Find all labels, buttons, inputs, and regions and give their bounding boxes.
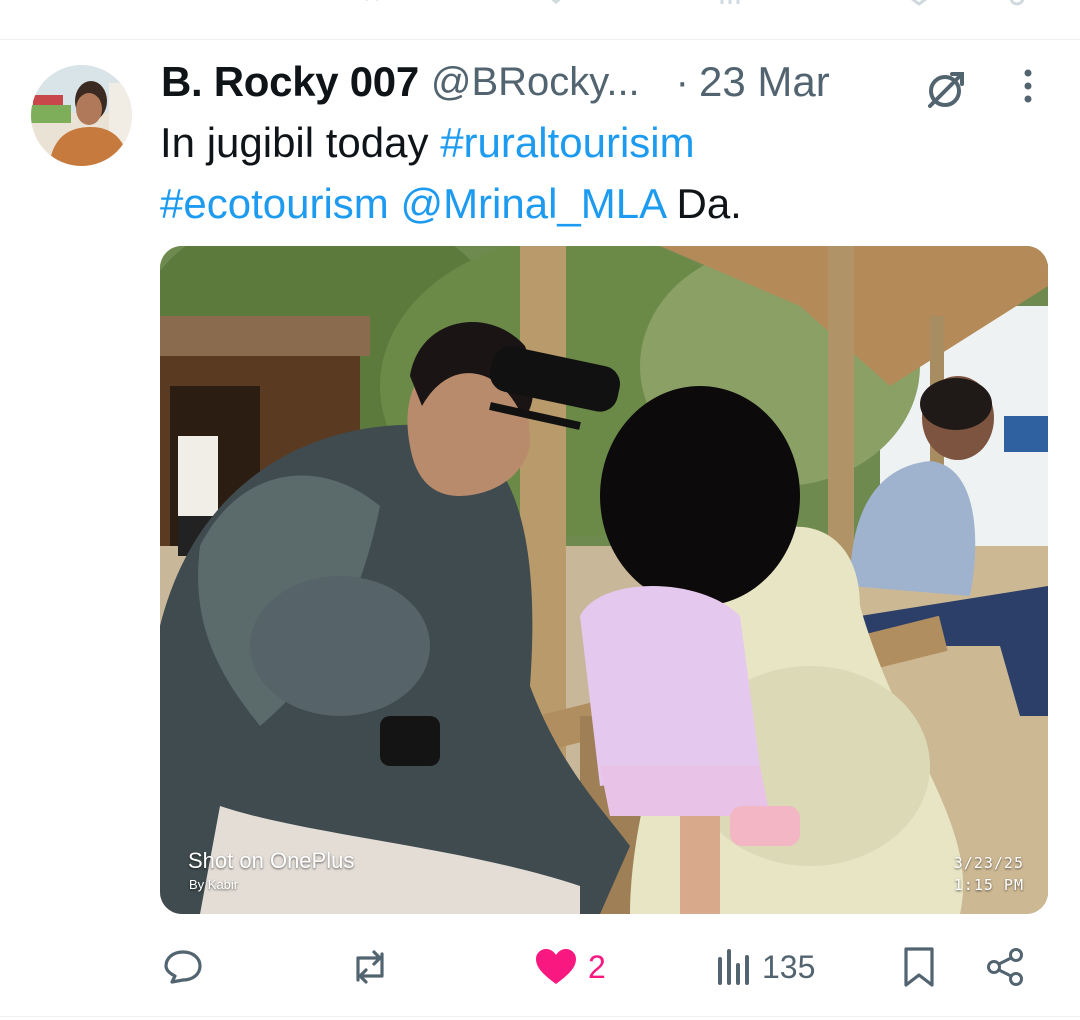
- tweet-header: B. Rocky 007 @BRocky... · 23 Mar: [161, 52, 830, 112]
- heart-icon: [536, 949, 576, 984]
- reply-icon: [164, 950, 202, 984]
- tweet-photo[interactable]: Shot on OnePlus By Kabir 3/23/25 1:15 PM: [160, 246, 1048, 914]
- share-button[interactable]: [984, 940, 1026, 994]
- user-handle[interactable]: @BRocky...: [431, 60, 640, 105]
- tweet-text-end: Da.: [664, 180, 742, 227]
- avatar[interactable]: [31, 65, 132, 166]
- previous-tweet-actions: [0, 0, 1080, 12]
- watermark-shot-on: Shot on OnePlus: [188, 848, 355, 873]
- bookmark-icon: [904, 947, 934, 987]
- tweet-bottom-divider: [0, 1016, 1080, 1017]
- separator-dot: ·: [675, 59, 689, 104]
- watermark-by: By Kabir: [189, 877, 239, 892]
- like-count: 2: [588, 948, 606, 985]
- like-button[interactable]: 2: [534, 940, 606, 994]
- display-name[interactable]: B. Rocky 007: [161, 58, 419, 106]
- repost-icon[interactable]: [354, 0, 390, 6]
- more-icon[interactable]: [1018, 68, 1038, 108]
- mention-link[interactable]: @Mrinal_MLA: [400, 180, 664, 227]
- tweet-divider: [0, 39, 1080, 40]
- tweet-actions: 2 135: [160, 940, 1040, 994]
- grok-icon[interactable]: [922, 66, 968, 112]
- photo-date-stamp: 3/23/25: [953, 854, 1024, 872]
- bookmark-button[interactable]: [902, 940, 936, 994]
- hashtag-ruraltourisim[interactable]: #ruraltourisim: [440, 119, 694, 166]
- views-icon[interactable]: [718, 0, 798, 6]
- tweet-text: In jugibil today #ruraltourisim #ecotouri…: [160, 112, 1040, 234]
- photo-time-stamp: 1:15 PM: [953, 876, 1024, 894]
- views-count: 135: [762, 948, 816, 985]
- reply-button[interactable]: [162, 940, 214, 994]
- share-icon[interactable]: [1004, 0, 1030, 6]
- repost-button[interactable]: [346, 940, 404, 994]
- share-icon: [987, 948, 1023, 986]
- views-icon: [718, 949, 749, 985]
- photo-scene: [160, 246, 1048, 914]
- tweet-text-plain: In jugibil today: [160, 119, 441, 166]
- bookmark-icon[interactable]: [904, 0, 934, 6]
- hashtag-ecotourism[interactable]: #ecotourism: [160, 180, 389, 227]
- reply-icon[interactable]: [178, 0, 198, 6]
- tweet-date[interactable]: 23 Mar: [699, 58, 830, 106]
- repost-icon: [356, 950, 384, 984]
- heart-icon[interactable]: [540, 0, 600, 6]
- views-button[interactable]: 135: [716, 940, 815, 994]
